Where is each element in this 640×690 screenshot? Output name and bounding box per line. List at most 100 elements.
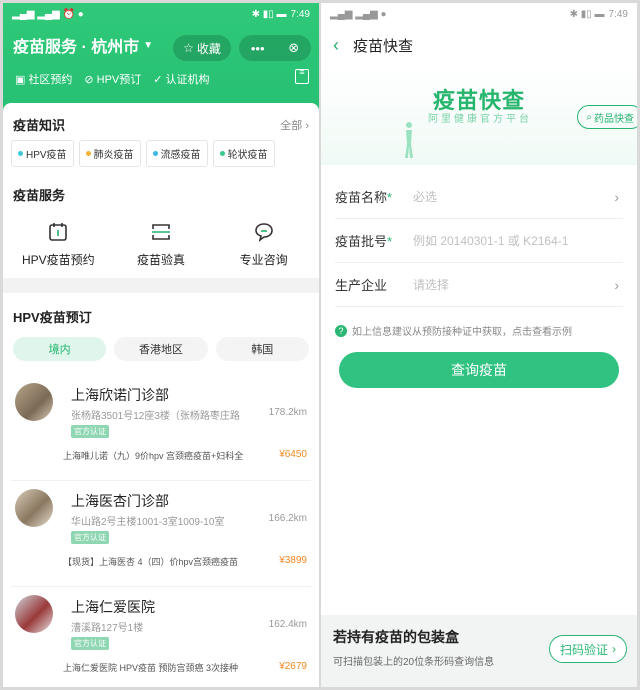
- vaccine-name-field[interactable]: 疫苗名称* 必选 ›: [335, 175, 623, 219]
- signal-icons: ▂▄▆ ▂▄▆ ●: [330, 8, 387, 20]
- check-circle-icon: ⊘: [84, 73, 94, 86]
- batch-number-field[interactable]: 疫苗批号* 例如 20140301-1 或 K2164-1: [335, 219, 623, 263]
- right-phone-screen: ▂▄▆ ▂▄▆ ● ✱ ▮▯ ▬ 7:49 ‹ 疫苗快查 疫苗快查 阿里健康官方平…: [321, 3, 637, 687]
- hint-row[interactable]: ? 如上信息建议从预防接种证中获取，点击查看示例: [321, 307, 637, 338]
- drug-lookup-button[interactable]: ⌕ 药品快查: [577, 105, 637, 129]
- knowledge-title: 疫苗知识: [13, 118, 66, 133]
- calendar-icon: [49, 223, 68, 241]
- clinic-distance: 166.2km: [268, 513, 307, 524]
- status-badge: 官方认证: [71, 425, 109, 438]
- battery-icon: ✱ ▮▯ ▬: [569, 8, 605, 20]
- list-item[interactable]: 上海欣诺门诊部 张杨路3501号12座3楼（张杨路枣庄路 178.2km 官方认…: [11, 375, 311, 481]
- close-icon[interactable]: ⊗: [288, 40, 299, 56]
- page-title: 疫苗快查: [353, 37, 414, 55]
- question-icon: ?: [335, 324, 347, 337]
- clinic-name: 上海仁爱医院: [71, 599, 155, 615]
- knowledge-card: 疫苗知识 全部 › HPV疫苗 肺炎疫苗 流感疫苗 轮状疫苗 疫苗服务 HPV疫…: [3, 103, 319, 278]
- service-consult[interactable]: 专业咨询: [216, 221, 312, 268]
- service-verify[interactable]: 疫苗验真: [113, 221, 209, 268]
- status-bar: ▂▄▆ ▂▄▆ ⏰ ● ✱ ▮▯ ▬ 7:49: [3, 3, 319, 25]
- batch-number-placeholder: 例如 20140301-1 或 K2164-1: [413, 234, 569, 248]
- clinic-photo: [15, 489, 53, 527]
- list-item[interactable]: 上海仁爱医院 漕溪路127号1楼 162.4km 官方认证 上海仁爱医院 HPV…: [11, 587, 311, 687]
- product-name[interactable]: 上海仁爱医院 HPV疫苗 预防宫颈癌 3次接种: [63, 661, 263, 674]
- verified-icon: ✓: [153, 73, 163, 86]
- clinic-address: 漕溪路127号1楼: [71, 623, 144, 634]
- query-form: 疫苗名称* 必选 › 疫苗批号* 例如 20140301-1 或 K2164-1…: [321, 165, 637, 307]
- chevron-right-icon: ›: [614, 276, 619, 293]
- hint-text: 如上信息建议从预防接种证中获取，点击查看示例: [352, 327, 572, 338]
- query-button[interactable]: 查询疫苗: [339, 352, 619, 388]
- list-icon[interactable]: ≡: [295, 68, 309, 84]
- search-icon: ⌕: [586, 111, 592, 123]
- scan-verify-button[interactable]: 扫码验证 ›: [548, 635, 627, 663]
- status-badge: 官方认证: [71, 637, 109, 650]
- nav-bar: ‹ 疫苗快查: [321, 25, 637, 65]
- clinic-photo: [15, 595, 53, 633]
- vaccine-name-label: 疫苗名称: [335, 190, 388, 205]
- battery-icon: ✱ ▮▯ ▬: [251, 8, 287, 20]
- batch-number-label: 疫苗批号: [335, 234, 388, 249]
- favorite-label: 收藏: [196, 41, 221, 56]
- hero-banner: 疫苗快查 阿里健康官方平台 ⌕ 药品快查: [321, 65, 637, 165]
- status-time: 7:49: [608, 8, 628, 20]
- chip-hpv[interactable]: HPV疫苗: [11, 140, 74, 167]
- clinic-distance: 162.4km: [268, 619, 307, 630]
- vaccine-name-placeholder: 必选: [413, 190, 438, 204]
- clinic-address: 张杨路3501号12座3楼（张杨路枣庄路: [71, 411, 240, 422]
- product-name[interactable]: 上海唯儿诺（九）9价hpv 宫颈癌疫苗+妇科全: [63, 449, 263, 462]
- person-illustration-icon: [405, 122, 413, 158]
- chip-pneumonia[interactable]: 肺炎疫苗: [78, 140, 141, 167]
- left-phone-screen: ▂▄▆ ▂▄▆ ⏰ ● ✱ ▮▯ ▬ 7:49 疫苗服务 · 杭州市 ▼ ☆ 收藏…: [3, 3, 319, 687]
- back-icon[interactable]: ‹: [333, 35, 339, 56]
- product-price: ¥6450: [279, 449, 307, 460]
- link-community[interactable]: ▣ 社区预约: [15, 71, 72, 87]
- chip-rotavirus[interactable]: 轮状疫苗: [212, 140, 275, 167]
- product-price: ¥2679: [279, 661, 307, 672]
- favorite-button[interactable]: ☆ 收藏: [173, 35, 231, 61]
- tab-korea[interactable]: 韩国: [215, 337, 309, 361]
- tab-hongkong[interactable]: 香港地区: [114, 337, 208, 361]
- hpv-booking-section: HPV疫苗预订 境内 香港地区 韩国 上海欣诺门诊部 张杨路3501号12座3楼…: [3, 293, 319, 687]
- capsule-menu: ••• ⊗: [239, 35, 311, 61]
- scan-icon: [151, 224, 170, 240]
- services-row: HPV疫苗预约 疫苗验真 专业咨询: [3, 213, 319, 268]
- clinic-name: 上海欣诺门诊部: [71, 387, 169, 403]
- all-link[interactable]: 全部 ›: [280, 117, 309, 133]
- link-hpv[interactable]: ⊘ HPV预订: [84, 71, 141, 87]
- knowledge-chips: HPV疫苗 肺炎疫苗 流感疫苗 轮状疫苗: [3, 140, 319, 167]
- service-header: ▂▄▆ ▂▄▆ ⏰ ● ✱ ▮▯ ▬ 7:49 疫苗服务 · 杭州市 ▼ ☆ 收藏…: [3, 3, 319, 115]
- dot-icon: [152, 151, 158, 156]
- header-links: ▣ 社区预约 ⊘ HPV预订 ✓ 认证机构: [3, 71, 319, 87]
- link-certified[interactable]: ✓ 认证机构: [153, 71, 209, 87]
- manufacturer-label: 生产企业: [335, 278, 388, 293]
- status-time: 7:49: [290, 8, 310, 20]
- chevron-down-icon[interactable]: ▼: [143, 40, 153, 51]
- page-title[interactable]: 疫苗服务 · 杭州市: [13, 33, 139, 57]
- chevron-right-icon: ›: [614, 188, 619, 205]
- manufacturer-placeholder: 请选择: [413, 278, 450, 292]
- building-icon: ▣: [15, 73, 26, 86]
- status-badge: 官方认证: [71, 531, 109, 544]
- hero-subtitle: 阿里健康官方平台: [428, 114, 532, 125]
- star-icon: ☆: [183, 41, 194, 55]
- status-bar: ▂▄▆ ▂▄▆ ● ✱ ▮▯ ▬ 7:49: [321, 3, 637, 25]
- clinic-photo: [15, 383, 53, 421]
- service-hpv-booking[interactable]: HPV疫苗预约: [10, 221, 106, 268]
- list-item[interactable]: 上海医杏门诊部 华山路2号主楼1001-3室1009-10室 166.2km 官…: [11, 481, 311, 587]
- dot-icon: [219, 151, 225, 156]
- dot-icon: [18, 151, 23, 156]
- signal-icons: ▂▄▆ ▂▄▆ ⏰ ●: [12, 8, 84, 20]
- clinic-distance: 178.2km: [268, 407, 307, 418]
- services-title: 疫苗服务: [13, 188, 66, 203]
- chevron-right-icon: ›: [612, 642, 616, 656]
- scan-banner: 若持有疫苗的包装盒 可扫描包装上的20位条形码查询信息 扫码验证 ›: [321, 615, 637, 687]
- product-name[interactable]: 【现货】上海医杏 4（四）价hpv宫颈癌疫苗: [63, 555, 263, 568]
- chip-flu[interactable]: 流感疫苗: [145, 140, 208, 167]
- manufacturer-field[interactable]: 生产企业 请选择 ›: [335, 263, 623, 307]
- tab-domestic[interactable]: 境内: [13, 337, 107, 361]
- more-icon[interactable]: •••: [251, 41, 265, 56]
- clinic-name: 上海医杏门诊部: [71, 493, 169, 509]
- chat-icon: [254, 223, 273, 242]
- region-tabs: 境内 香港地区 韩国: [3, 337, 319, 361]
